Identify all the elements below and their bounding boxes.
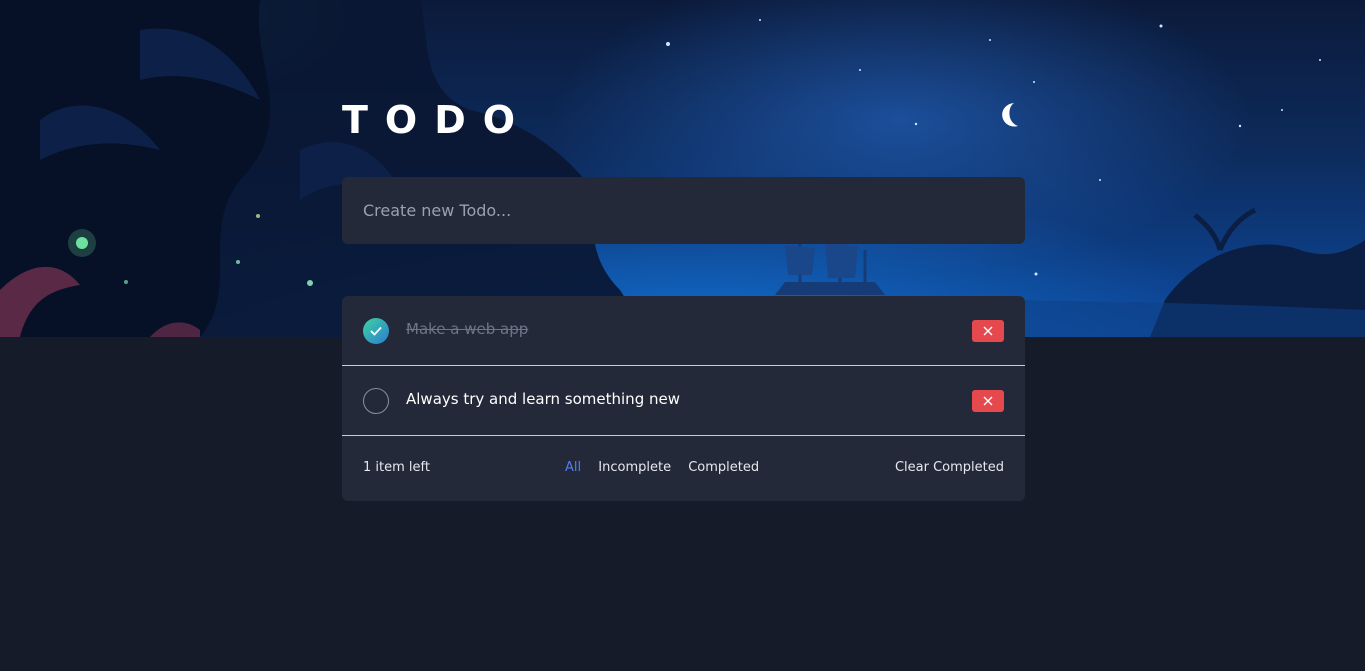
todo-text: Always try and learn something new xyxy=(406,390,680,408)
todo-checkbox-checked[interactable] xyxy=(363,318,389,344)
todo-list: Make a web app Always try and learn some… xyxy=(342,296,1025,501)
close-icon xyxy=(983,326,993,336)
todo-item: Make a web app xyxy=(342,296,1025,366)
list-footer: 1 item left All Incomplete Completed Cle… xyxy=(342,436,1025,501)
filter-completed[interactable]: Completed xyxy=(688,460,759,475)
night-jungle-illustration xyxy=(0,0,1365,337)
app-title: TODO xyxy=(342,98,533,142)
filter-incomplete[interactable]: Incomplete xyxy=(598,460,671,475)
moon-icon xyxy=(1002,103,1018,127)
new-todo-input[interactable] xyxy=(342,177,1025,244)
items-left-count: 1 item left xyxy=(363,460,430,475)
delete-todo-button[interactable] xyxy=(972,390,1004,412)
todo-item: Always try and learn something new xyxy=(342,366,1025,436)
checkmark-icon xyxy=(370,326,382,336)
close-icon xyxy=(983,396,993,406)
theme-toggle-button[interactable] xyxy=(995,100,1025,130)
delete-todo-button[interactable] xyxy=(972,320,1004,342)
hero-background xyxy=(0,0,1365,337)
filter-group: All Incomplete Completed xyxy=(565,460,772,475)
filter-all[interactable]: All xyxy=(565,460,581,475)
clear-completed-button[interactable]: Clear Completed xyxy=(895,460,1004,475)
new-todo-field[interactable] xyxy=(342,177,1025,244)
todo-checkbox[interactable] xyxy=(363,388,389,414)
app-header: TODO xyxy=(342,96,1025,142)
todo-text: Make a web app xyxy=(406,320,529,338)
